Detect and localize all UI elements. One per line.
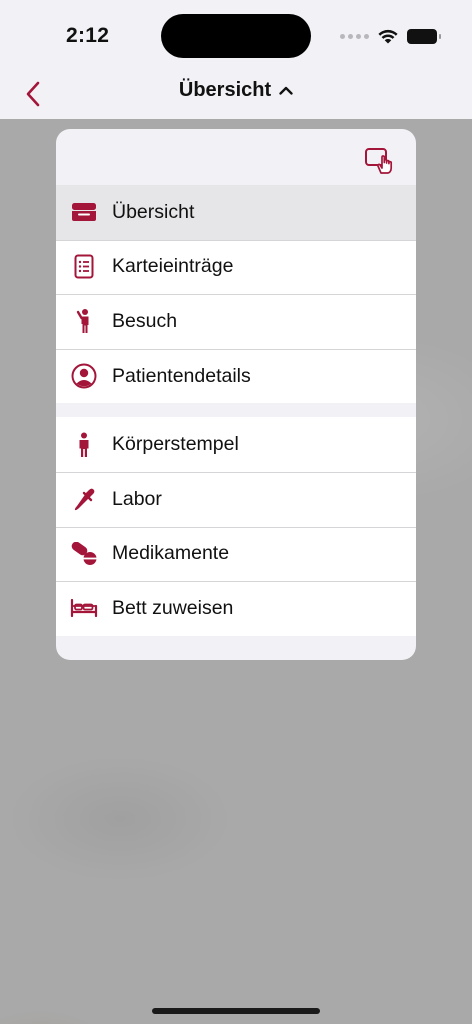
menu-item-label: Medikamente [112, 542, 230, 565]
group-separator [56, 403, 416, 418]
menu-item-labor[interactable]: Labor [56, 471, 416, 527]
wifi-icon [378, 29, 398, 43]
dropper-icon [74, 488, 95, 511]
navigation-menu: Übersicht Karteieinträge Besuch Patiente… [56, 129, 416, 660]
menu-header [56, 129, 416, 185]
status-icons [340, 26, 441, 46]
menu-item-label: Labor [112, 487, 162, 510]
status-time: 2:12 [66, 24, 110, 47]
tray-icon [72, 203, 96, 222]
person-wave-icon [76, 309, 89, 334]
menu-item-label: Körperstempel [112, 433, 239, 456]
menu-group-secondary: Körperstempel Labor Medikamente Bett zuw… [56, 417, 416, 636]
touch-pointer-button[interactable] [364, 145, 398, 177]
menu-item-besuch[interactable]: Besuch [56, 294, 416, 349]
title-menu-toggle[interactable]: Übersicht [0, 79, 472, 102]
list-document-icon [74, 254, 94, 279]
home-indicator[interactable] [152, 1008, 320, 1014]
menu-group-primary: Übersicht Karteieinträge Besuch Patiente… [56, 185, 416, 404]
person-circle-icon [71, 363, 97, 389]
menu-item-koerperstempel[interactable]: Körperstempel [56, 417, 416, 472]
menu-item-bett-zuweisen[interactable]: Bett zuweisen [56, 581, 416, 636]
page-title: Übersicht [178, 79, 272, 101]
menu-item-label: Patientendetails [112, 364, 251, 387]
person-standing-icon [79, 432, 89, 457]
cellular-signal-icon [340, 33, 369, 39]
pills-icon [71, 541, 97, 565]
menu-item-label: Übersicht [112, 200, 195, 223]
menu-item-label: Bett zuweisen [112, 596, 234, 619]
chevron-up-icon [279, 86, 293, 95]
status-bar: 2:12 [0, 0, 472, 70]
menu-item-uebersicht[interactable]: Übersicht [56, 185, 416, 240]
menu-item-patientendetails[interactable]: Patientendetails [56, 348, 416, 404]
bed-icon [70, 599, 98, 618]
navigation-bar: Übersicht [0, 70, 472, 119]
battery-icon [407, 28, 441, 44]
hand-pointer-icon [365, 148, 393, 174]
menu-item-medikamente[interactable]: Medikamente [56, 526, 416, 582]
menu-item-karteieintraege[interactable]: Karteieinträge [56, 239, 416, 295]
dynamic-island [161, 14, 311, 58]
menu-item-label: Karteieinträge [112, 255, 234, 278]
menu-item-label: Besuch [112, 309, 178, 332]
